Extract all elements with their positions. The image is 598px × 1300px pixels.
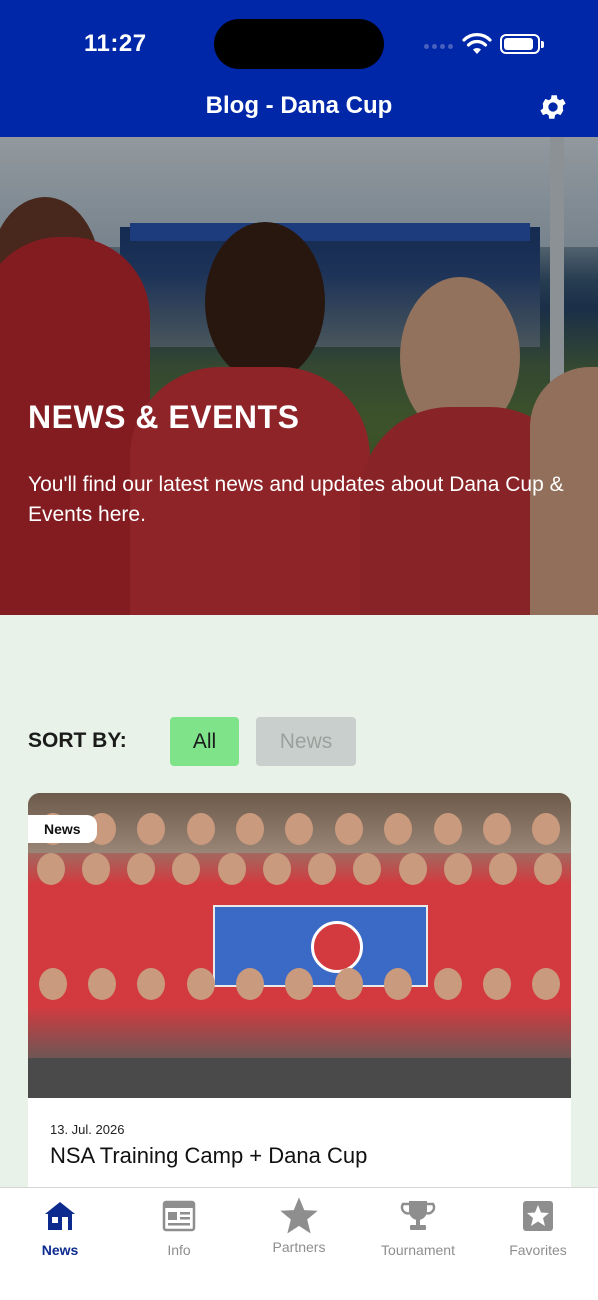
cellular-signal-icon <box>424 44 453 49</box>
tab-bar: News Info Partners Tournament Favorites <box>0 1187 598 1300</box>
hero-subtitle: You'll find our latest news and updates … <box>28 473 564 526</box>
sort-label: SORT BY: <box>28 729 127 752</box>
tab-news-label: News <box>41 1242 79 1258</box>
page-title: Blog - Dana Cup <box>205 92 393 119</box>
tab-info[interactable]: Info <box>119 1198 239 1258</box>
hero-banner: NEWS & EVENTS You'll find our latest new… <box>0 137 598 615</box>
post-date: 13. Jul. 2026 <box>50 1122 125 1137</box>
post-title: NSA Training Camp + Dana Cup <box>50 1143 368 1168</box>
star-icon <box>280 1197 318 1234</box>
post-category-badge: News <box>28 815 97 843</box>
tab-info-label: Info <box>167 1242 191 1258</box>
battery-level <box>504 38 533 50</box>
post-image: News <box>28 793 571 1098</box>
trophy-icon <box>400 1201 436 1230</box>
home-icon <box>45 1202 75 1230</box>
tab-partners-label: Partners <box>272 1239 326 1255</box>
post-card[interactable]: News 13. Jul. 2026 NSA Training Camp + D… <box>28 793 571 1213</box>
gear-icon[interactable] <box>537 91 569 123</box>
favorite-star-icon <box>523 1201 553 1231</box>
tab-news[interactable]: News <box>0 1198 120 1258</box>
filter-all-button[interactable]: All <box>170 717 239 766</box>
dynamic-island <box>214 19 384 69</box>
newspaper-icon <box>162 1200 196 1232</box>
battery-icon <box>500 34 544 54</box>
hero-title: NEWS & EVENTS <box>28 399 300 435</box>
tab-tournament[interactable]: Tournament <box>358 1198 478 1258</box>
top-bar: 11:27 Blog - Dana Cup <box>0 0 598 137</box>
filter-news-button[interactable]: News <box>256 717 356 766</box>
status-time: 11:27 <box>84 30 147 57</box>
wifi-icon <box>462 33 492 54</box>
tab-favorites-label: Favorites <box>509 1242 567 1258</box>
tab-partners[interactable]: Partners <box>239 1197 359 1255</box>
tab-favorites[interactable]: Favorites <box>478 1198 598 1258</box>
tab-tournament-label: Tournament <box>381 1242 455 1258</box>
